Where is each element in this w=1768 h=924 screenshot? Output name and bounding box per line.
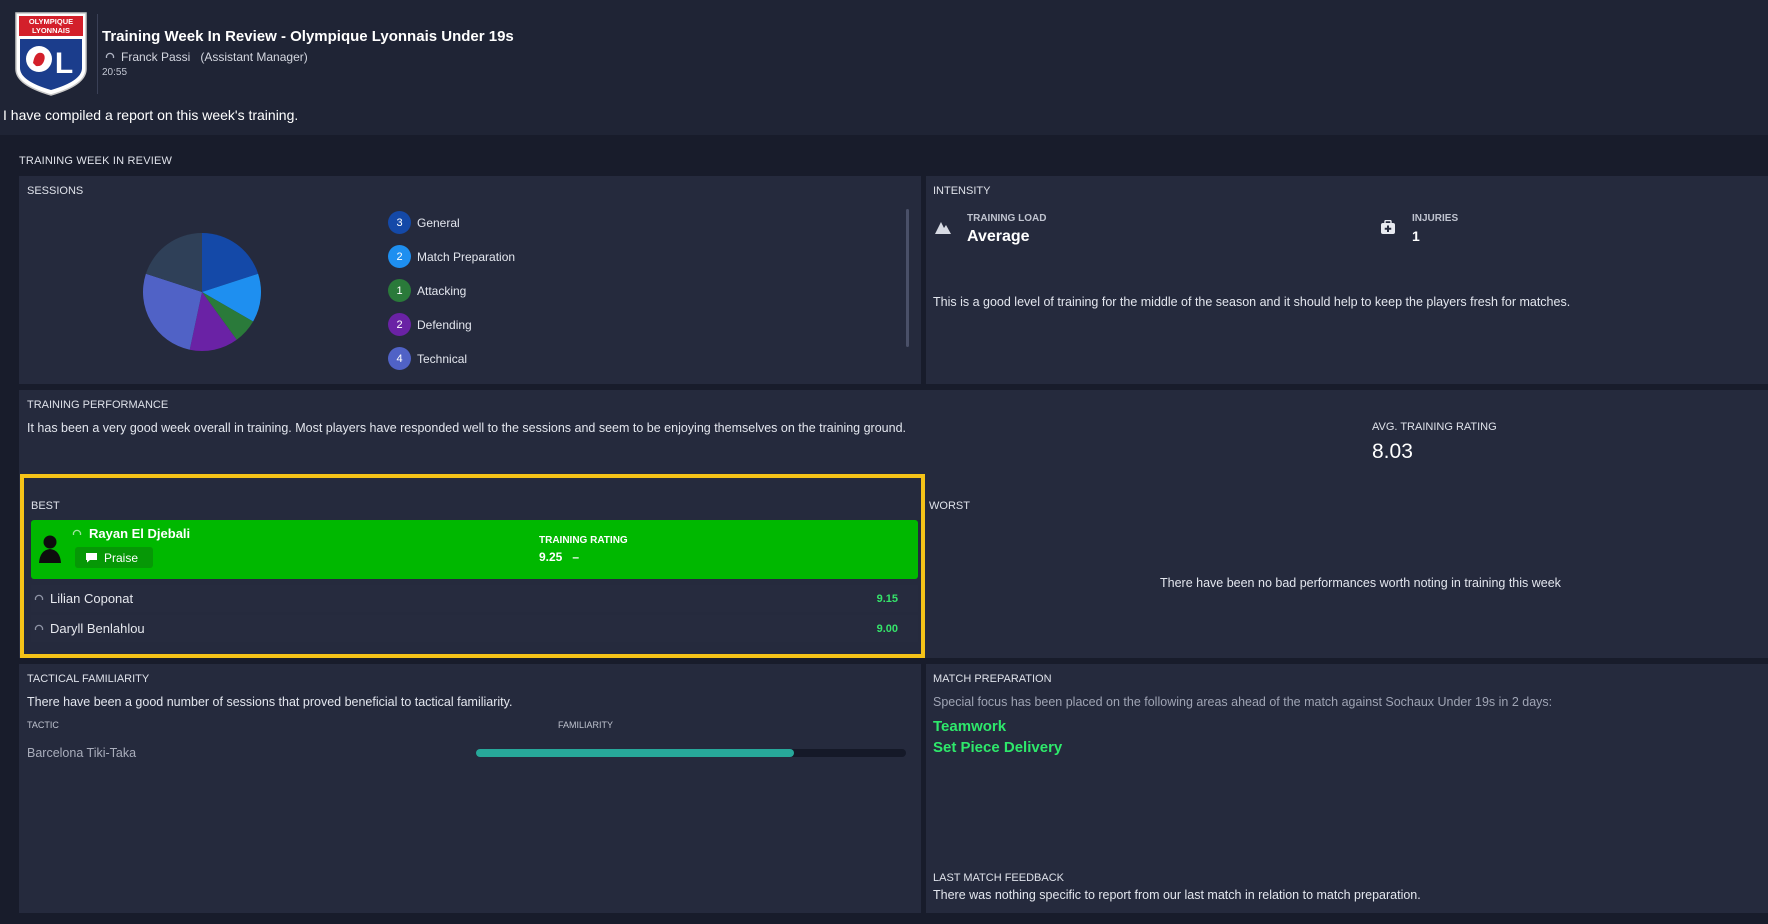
best-player-rating: 9.25 – bbox=[539, 550, 579, 564]
familiarity-column-header: FAMILIARITY bbox=[558, 720, 614, 730]
person-icon bbox=[34, 594, 44, 604]
worst-empty-message: There have been no bad performances wort… bbox=[1160, 576, 1561, 590]
sender-name[interactable]: Franck Passi bbox=[121, 50, 190, 64]
familiarity-bar-fill bbox=[476, 749, 795, 757]
match-preparation-intro: Special focus has been placed on the fol… bbox=[933, 695, 1553, 709]
player-silhouette-icon bbox=[39, 535, 61, 563]
match-preparation-title: MATCH PREPARATION bbox=[933, 673, 1052, 685]
sessions-pie-chart bbox=[143, 233, 261, 351]
header-divider bbox=[97, 14, 98, 94]
training-load-icon bbox=[935, 222, 951, 234]
sessions-title: SESSIONS bbox=[27, 185, 84, 197]
session-label: Defending bbox=[417, 317, 472, 332]
tactical-familiarity-title: TACTICAL FAMILIARITY bbox=[27, 673, 150, 685]
svg-text:OLYMPIQUE: OLYMPIQUE bbox=[29, 17, 73, 26]
person-icon bbox=[34, 624, 44, 634]
person-icon bbox=[105, 52, 115, 62]
best-player-rating-label: TRAINING RATING bbox=[539, 535, 628, 546]
player-rating: 9.00 bbox=[876, 623, 898, 635]
svg-text:LYONNAIS: LYONNAIS bbox=[32, 26, 70, 35]
best-player-row-3[interactable]: Daryll Benlahlou 9.00 bbox=[31, 615, 918, 642]
message-time: 20:55 bbox=[102, 67, 128, 78]
sessions-scrollbar[interactable] bbox=[906, 209, 909, 347]
training-load-label: TRAINING LOAD bbox=[967, 213, 1047, 224]
session-count-badge: 3 bbox=[388, 211, 411, 234]
player-name-cell: Lilian Coponat bbox=[34, 591, 133, 606]
intensity-comment: This is a good level of training for the… bbox=[933, 295, 1571, 309]
session-count-badge: 2 bbox=[388, 245, 411, 268]
session-label: General bbox=[417, 215, 460, 230]
best-label: BEST bbox=[31, 500, 60, 512]
avg-training-rating-value: 8.03 bbox=[1372, 440, 1413, 463]
session-label: Match Preparation bbox=[417, 249, 516, 264]
player-name-cell: Daryll Benlahlou bbox=[34, 621, 145, 636]
message-sender[interactable]: Franck Passi (Assistant Manager) bbox=[105, 50, 308, 64]
session-legend-item: 3 General bbox=[388, 211, 460, 234]
session-label: Attacking bbox=[417, 283, 467, 298]
section-title: TRAINING WEEK IN REVIEW bbox=[19, 155, 173, 167]
injuries-label: INJURIES bbox=[1412, 213, 1459, 224]
tactical-familiarity-summary: There have been a good number of session… bbox=[27, 695, 513, 709]
focus-area-teamwork: Teamwork bbox=[933, 718, 1007, 735]
tactic-column-header: TACTIC bbox=[27, 720, 59, 730]
avg-training-rating-label: AVG. TRAINING RATING bbox=[1372, 421, 1497, 433]
session-label: Technical bbox=[417, 351, 468, 366]
best-player-rating-value: 9.25 bbox=[539, 550, 563, 564]
message-title: Training Week In Review - Olympique Lyon… bbox=[102, 28, 514, 45]
session-count-badge: 1 bbox=[388, 279, 411, 302]
worst-label: WORST bbox=[929, 500, 970, 512]
sender-role: (Assistant Manager) bbox=[200, 50, 308, 64]
message-intro: I have compiled a report on this week's … bbox=[3, 107, 299, 123]
focus-area-set-piece-delivery: Set Piece Delivery bbox=[933, 739, 1063, 756]
tactic-name[interactable]: Barcelona Tiki-Taka bbox=[27, 746, 136, 760]
rating-trend-icon: – bbox=[572, 550, 580, 564]
message-header: OLYMPIQUE LYONNAIS L Training Week In Re… bbox=[0, 0, 1768, 135]
club-crest-logo: OLYMPIQUE LYONNAIS L bbox=[15, 12, 87, 96]
injuries-icon bbox=[1381, 220, 1395, 234]
session-legend-item: 2 Match Preparation bbox=[388, 245, 515, 268]
praise-button[interactable]: Praise bbox=[75, 547, 153, 568]
speech-bubble-icon bbox=[86, 553, 97, 563]
injuries-value: 1 bbox=[1412, 228, 1420, 244]
last-match-feedback-text: There was nothing specific to report fro… bbox=[933, 888, 1421, 902]
session-count-badge: 4 bbox=[388, 347, 411, 370]
best-player-person-icon bbox=[72, 529, 82, 539]
intensity-title: INTENSITY bbox=[933, 185, 991, 197]
best-player-row-2[interactable]: Lilian Coponat 9.15 bbox=[31, 585, 918, 612]
last-match-feedback-title: LAST MATCH FEEDBACK bbox=[933, 872, 1065, 884]
familiarity-bar bbox=[476, 749, 906, 757]
praise-button-label: Praise bbox=[104, 550, 139, 565]
training-load-value: Average bbox=[967, 228, 1030, 245]
svg-text:L: L bbox=[55, 47, 73, 80]
session-count-badge: 2 bbox=[388, 313, 411, 336]
intensity-panel bbox=[926, 176, 1768, 384]
session-legend-item: 2 Defending bbox=[388, 313, 472, 336]
player-name[interactable]: Lilian Coponat bbox=[50, 591, 133, 606]
session-legend-item: 4 Technical bbox=[388, 347, 467, 370]
session-legend-item: 1 Attacking bbox=[388, 279, 466, 302]
player-name[interactable]: Daryll Benlahlou bbox=[50, 621, 145, 636]
best-player-name[interactable]: Rayan El Djebali bbox=[89, 526, 190, 541]
player-rating: 9.15 bbox=[876, 593, 898, 605]
training-performance-summary: It has been a very good week overall in … bbox=[27, 421, 906, 435]
training-performance-title: TRAINING PERFORMANCE bbox=[27, 399, 169, 411]
